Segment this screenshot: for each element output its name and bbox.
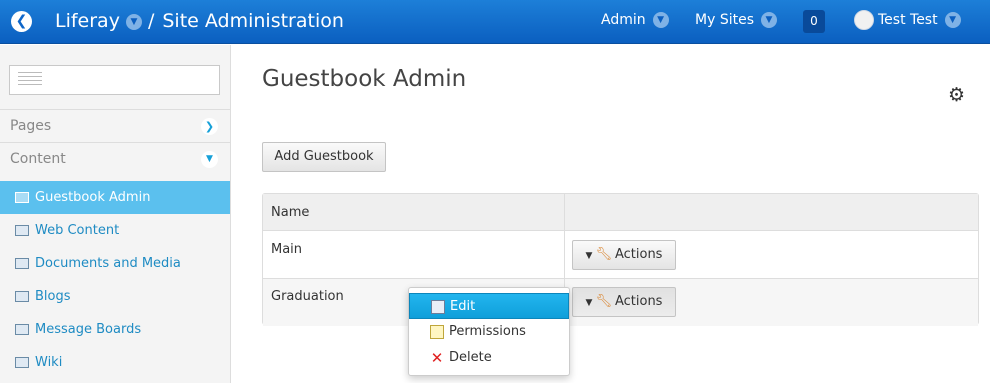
menu-item-label: Edit xyxy=(450,299,476,314)
documents-icon xyxy=(15,258,29,269)
chevron-down-icon[interactable]: ▼ xyxy=(201,151,218,168)
guestbook-table: Name Main ▼ 🔧︎ Actions Graduation ▼ 🔧︎ Actio… xyxy=(262,193,979,326)
sidebar-item-documents-and-media[interactable]: Documents and Media xyxy=(0,247,230,280)
menu-item-edit[interactable]: Edit xyxy=(409,293,569,319)
top-navigation-bar: ❮ Liferay ▼ / Site Administration Admin … xyxy=(0,0,990,44)
user-name[interactable]: Test Test xyxy=(878,12,938,28)
wrench-icon: 🔧︎ xyxy=(595,247,612,262)
caret-down-icon: ▼ xyxy=(585,251,593,261)
actions-dropdown-menu: Edit Permissions ✕ Delete xyxy=(408,287,570,376)
sidebar-item-web-content[interactable]: Web Content xyxy=(0,214,230,247)
actions-label: Actions xyxy=(614,247,663,262)
sidebar-item-wiki[interactable]: Wiki xyxy=(0,346,230,379)
content-menu: Guestbook Admin Web Content Documents an… xyxy=(0,181,230,379)
sidebar-item-label: Documents and Media xyxy=(35,256,181,271)
actions-button[interactable]: ▼ 🔧︎ Actions xyxy=(572,287,676,317)
table-row: Graduation ▼ 🔧︎ Actions xyxy=(263,279,978,326)
chevron-down-icon[interactable]: ▼ xyxy=(761,12,777,28)
row-name: Main xyxy=(271,242,303,257)
table-header: Name xyxy=(263,194,978,231)
user-menu[interactable]: Test Test ▼ xyxy=(854,10,961,30)
actions-button[interactable]: ▼ 🔧︎ Actions xyxy=(572,240,676,270)
my-sites-label[interactable]: My Sites xyxy=(695,12,754,28)
delete-icon: ✕ xyxy=(430,349,444,367)
edit-icon xyxy=(431,300,445,314)
menu-item-label: Delete xyxy=(449,350,492,365)
sidebar-item-label: Blogs xyxy=(35,289,71,304)
site-title: Site Administration xyxy=(162,10,344,32)
search-field-lines-icon xyxy=(18,72,42,88)
gear-icon[interactable]: ⚙ xyxy=(948,84,965,106)
section-pages[interactable]: Pages ❯ xyxy=(0,109,230,142)
blogs-icon xyxy=(15,291,29,302)
sidebar: Pages ❯ Content ▼ Guestbook Admin Web Co… xyxy=(0,45,231,383)
search-input[interactable] xyxy=(9,65,220,95)
section-content-label: Content xyxy=(10,151,66,167)
brand-separator: / xyxy=(147,10,155,32)
avatar[interactable] xyxy=(854,10,874,30)
portlet-icon xyxy=(15,192,29,203)
sidebar-item-label: Web Content xyxy=(35,223,120,238)
table-row: Main ▼ 🔧︎ Actions xyxy=(263,232,978,279)
sidebar-item-label: Guestbook Admin xyxy=(35,190,151,205)
back-arrow-icon[interactable]: ❮ xyxy=(11,11,32,32)
column-header-name[interactable]: Name xyxy=(271,205,309,220)
sidebar-item-message-boards[interactable]: Message Boards xyxy=(0,313,230,346)
brand-area: Liferay ▼ / Site Administration xyxy=(55,9,344,33)
wrench-icon: 🔧︎ xyxy=(595,294,612,309)
permissions-icon xyxy=(430,325,444,339)
chevron-right-icon[interactable]: ❯ xyxy=(201,118,218,135)
brand-label[interactable]: Liferay xyxy=(55,9,120,33)
sidebar-item-label: Message Boards xyxy=(35,322,142,337)
chevron-down-icon[interactable]: ▼ xyxy=(652,12,669,28)
row-name: Graduation xyxy=(271,289,344,304)
caret-down-icon: ▼ xyxy=(585,298,593,308)
web-content-icon xyxy=(15,225,29,236)
message-boards-icon xyxy=(15,324,29,335)
menu-item-label: Permissions xyxy=(449,324,526,339)
my-sites-menu[interactable]: My Sites ▼ xyxy=(695,12,777,28)
actions-label: Actions xyxy=(614,294,663,309)
admin-menu[interactable]: Admin ▼ xyxy=(601,12,669,28)
menu-item-permissions[interactable]: Permissions xyxy=(409,319,569,345)
wiki-icon xyxy=(15,357,29,368)
section-pages-label: Pages xyxy=(10,118,52,134)
notification-count-badge[interactable]: 0 xyxy=(803,10,825,33)
page-title: Guestbook Admin xyxy=(262,66,467,92)
sidebar-item-label: Wiki xyxy=(35,355,63,370)
sidebar-item-blogs[interactable]: Blogs xyxy=(0,280,230,313)
chevron-down-icon[interactable]: ▼ xyxy=(944,12,961,28)
menu-item-delete[interactable]: ✕ Delete xyxy=(409,345,569,371)
admin-menu-label[interactable]: Admin xyxy=(601,12,646,28)
add-guestbook-button[interactable]: Add Guestbook xyxy=(262,142,386,172)
sidebar-item-guestbook-admin[interactable]: Guestbook Admin xyxy=(0,181,230,214)
section-content[interactable]: Content ▼ xyxy=(0,142,230,175)
brand-dropdown-caret-icon[interactable]: ▼ xyxy=(125,14,142,30)
